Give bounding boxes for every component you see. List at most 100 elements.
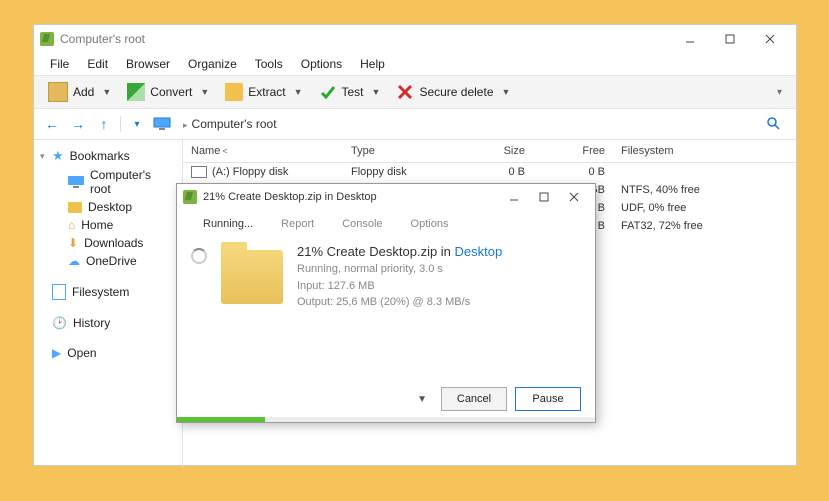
sidebar-bookmarks[interactable]: ▾ ★ Bookmarks	[38, 146, 178, 166]
tab-console[interactable]: Console	[328, 212, 396, 236]
app-icon	[183, 190, 197, 204]
sidebar-item-downloads[interactable]: ⬇ Downloads	[38, 234, 178, 252]
col-type-header[interactable]: Type	[343, 145, 453, 157]
caret-down-icon: ▼	[372, 87, 381, 97]
tab-running[interactable]: Running...	[189, 212, 267, 236]
item-label: Downloads	[84, 236, 143, 250]
dialog-title: 21% Create Desktop.zip in Desktop	[203, 191, 499, 203]
test-button[interactable]: Test ▼	[313, 80, 387, 104]
star-icon: ★	[52, 148, 64, 164]
address-bar[interactable]: ▸Computer's root	[177, 117, 752, 131]
play-icon: ▶	[52, 346, 61, 360]
progress-bar	[177, 417, 595, 422]
check-icon	[319, 83, 337, 101]
dialog-minimize-button[interactable]	[499, 183, 529, 211]
table-row[interactable]: (A:) Floppy disk Floppy disk 0 B 0 B	[183, 163, 796, 181]
collapse-icon: ▾	[40, 151, 45, 162]
clock-icon: 🕑	[52, 316, 67, 330]
home-icon: ⌂	[68, 218, 75, 232]
nav-back-button[interactable]: ←	[42, 114, 62, 134]
floppy-icon	[191, 166, 207, 178]
cloud-icon: ☁	[68, 254, 80, 268]
convert-label: Convert	[150, 85, 192, 99]
caret-down-icon: ▼	[294, 87, 303, 97]
dialog-tabs: Running... Report Console Options	[177, 210, 595, 238]
nav-up-button[interactable]: ↑	[94, 114, 114, 134]
filesystem-label: Filesystem	[72, 285, 129, 299]
sidebar-filesystem[interactable]: Filesystem	[38, 282, 178, 302]
download-icon: ⬇	[68, 236, 78, 250]
sidebar-history[interactable]: 🕑 History	[38, 314, 178, 332]
menu-organize[interactable]: Organize	[180, 55, 245, 73]
history-label: History	[73, 316, 110, 330]
menu-help[interactable]: Help	[352, 55, 393, 73]
monitor-icon	[153, 117, 171, 131]
sidebar-open[interactable]: ▶Open	[38, 344, 178, 362]
cell-type: Floppy disk	[343, 166, 453, 178]
sidebar-item-computers-root[interactable]: Computer's root	[38, 166, 178, 198]
dialog-titlebar[interactable]: 21% Create Desktop.zip in Desktop	[177, 184, 595, 210]
tab-report[interactable]: Report	[267, 212, 328, 236]
minimize-button[interactable]	[670, 25, 710, 53]
secure-delete-label: Secure delete	[419, 85, 493, 99]
cancel-button[interactable]: Cancel	[441, 387, 507, 411]
spinner-icon	[191, 248, 207, 264]
column-headers[interactable]: Name< Type Size Free Filesystem	[183, 140, 796, 163]
tab-options[interactable]: Options	[397, 212, 463, 236]
pause-button[interactable]: Pause	[515, 387, 581, 411]
menu-file[interactable]: File	[42, 55, 77, 73]
chevron-down-icon: ▾	[777, 87, 782, 98]
maximize-button[interactable]	[710, 25, 750, 53]
add-button[interactable]: Add ▼	[42, 79, 117, 105]
search-button[interactable]	[758, 116, 788, 133]
menu-edit[interactable]: Edit	[79, 55, 116, 73]
item-label: Home	[81, 218, 113, 232]
document-icon	[52, 284, 66, 300]
folder-icon	[225, 83, 243, 101]
sidebar-item-onedrive[interactable]: ☁ OneDrive	[38, 252, 178, 270]
sidebar-item-desktop[interactable]: Desktop	[38, 198, 178, 216]
monitor-icon	[68, 176, 84, 188]
navbar: ← → ↑ ▾ ▸Computer's root	[34, 109, 796, 140]
extract-button[interactable]: Extract▼	[219, 80, 308, 104]
close-button[interactable]	[750, 25, 790, 53]
add-label: Add	[73, 85, 94, 99]
cell-fs: UDF, 0% free	[613, 202, 733, 214]
sidebar-item-home[interactable]: ⌂ Home	[38, 216, 178, 234]
toolbar: Add▼ Convert▼ Extract▼ Test▼ Secure dele…	[34, 75, 796, 109]
col-filesystem-header[interactable]: Filesystem	[613, 145, 733, 157]
caret-down-icon: ▼	[102, 87, 111, 97]
separator	[120, 116, 121, 132]
item-label: Computer's root	[90, 168, 174, 196]
cell-fs: FAT32, 72% free	[613, 220, 733, 232]
cell-fs: NTFS, 40% free	[613, 184, 733, 196]
col-name-header[interactable]: Name<	[183, 145, 343, 157]
nav-dropdown[interactable]: ▾	[127, 114, 147, 134]
destination-link[interactable]: Desktop	[455, 244, 503, 259]
convert-button[interactable]: Convert▼	[121, 80, 215, 104]
titlebar[interactable]: Computer's root	[34, 25, 796, 53]
col-size-header[interactable]: Size	[453, 145, 533, 157]
big-folder-icon	[221, 250, 283, 304]
secure-delete-button[interactable]: Secure delete ▼	[390, 80, 516, 104]
dialog-close-button[interactable]	[559, 183, 589, 211]
item-label: OneDrive	[86, 254, 137, 268]
folder-icon	[68, 202, 82, 213]
toolbar-overflow[interactable]: ▾	[771, 84, 788, 101]
menu-options[interactable]: Options	[293, 55, 350, 73]
progress-dialog: 21% Create Desktop.zip in Desktop Runnin…	[176, 183, 596, 423]
menu-browser[interactable]: Browser	[118, 55, 178, 73]
dropdown-caret-icon[interactable]: ▼	[417, 394, 427, 405]
cell-size: 0 B	[453, 166, 533, 178]
test-label: Test	[342, 85, 364, 99]
col-free-header[interactable]: Free	[533, 145, 613, 157]
dialog-maximize-button[interactable]	[529, 183, 559, 211]
chevron-right-icon: ▸	[183, 120, 188, 130]
x-icon	[396, 83, 414, 101]
cell-free: 0 B	[533, 166, 613, 178]
menu-tools[interactable]: Tools	[247, 55, 291, 73]
caret-down-icon: ▼	[502, 87, 511, 97]
nav-forward-button[interactable]: →	[68, 114, 88, 134]
bookmarks-label: Bookmarks	[70, 149, 130, 163]
menubar: File Edit Browser Organize Tools Options…	[34, 53, 796, 75]
